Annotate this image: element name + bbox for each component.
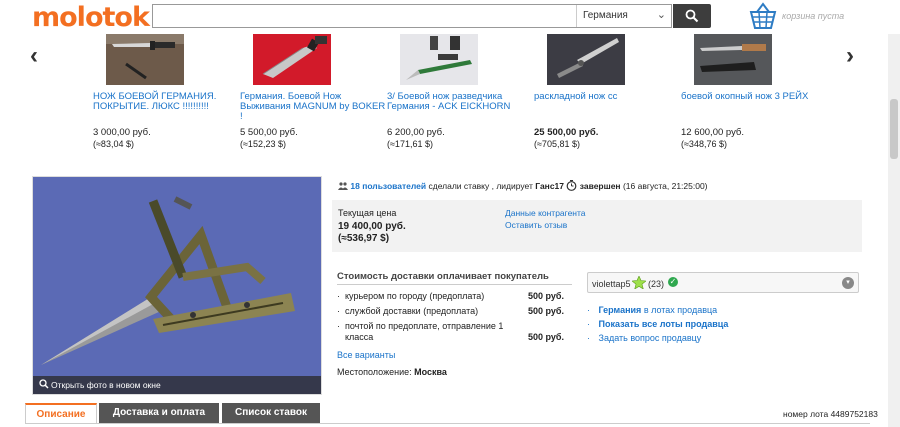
users-icon [338,182,348,190]
delivery-option: · курьером по городу (предоплата) 500 ру… [337,291,572,303]
location-value: Москва [414,367,447,377]
tab-bids-list[interactable]: Список ставок [222,403,320,423]
zoom-icon [39,379,49,389]
seller-name[interactable]: violettap5 [592,279,631,289]
tab-delivery-payment[interactable]: Доставка и оплата [99,403,219,423]
bids-text: сделали ставку , лидирует [428,181,533,191]
main-photo-image [33,177,321,394]
item-title[interactable]: Германия. Боевой Нож Выживания MAGNUM by… [240,92,390,122]
bullet-icon: · [587,305,590,315]
bids-summary: 18 пользователей сделали ставку , лидиру… [338,180,708,191]
scrollbar[interactable] [888,34,900,427]
item-price-converted: (≈152,23 $) [240,139,286,149]
seller-region-suffix[interactable]: в лотах продавца [644,305,717,315]
cart-status[interactable]: корзина пуста [782,11,844,21]
tab-description[interactable]: Описание [25,403,97,423]
auction-end-date: (16 августа, 21:25:00) [622,181,708,191]
search-bar: Германия ⌄ [152,4,672,28]
open-photo-bar[interactable]: Открыть фото в новом окне [33,376,321,394]
header: molotok Германия ⌄ корзина пуста [0,0,900,34]
clock-icon [566,180,577,191]
delivery-option-name: службой доставки (предоплата) [345,306,479,316]
chevron-down-icon[interactable]: ▾ [842,277,854,289]
show-all-seller-lots-link[interactable]: · Показать все лоты продавца [587,319,728,329]
lot-number: номер лота 4489752183 [783,409,878,419]
delivery-option-price: 500 руб. [528,291,564,301]
auction-status: завершен [579,181,621,191]
item-thumbnail[interactable] [547,34,625,85]
search-input[interactable] [153,5,573,27]
item-title[interactable]: боевой окопный нож 3 РЕЙХ [681,92,831,102]
item-price-converted: (≈83,04 $) [93,139,134,149]
delivery-option-name: курьером по городу (предоплата) [345,291,485,301]
item-price-converted: (≈348,76 $) [681,139,727,149]
item-thumbnail[interactable] [400,34,478,85]
scrollbar-thumb[interactable] [890,99,898,159]
divider [25,423,870,424]
chevron-down-icon: ⌄ [656,9,666,21]
carousel-next-arrow-icon[interactable]: › [846,42,854,70]
ask-seller-link[interactable]: · Задать вопрос продавцу [587,333,701,343]
delivery-title: Стоимость доставки оплачивает покупатель [337,271,549,282]
item-thumbnail[interactable] [253,34,331,85]
price-box: Текущая цена 19 400,00 руб. (≈536,97 $) … [332,200,862,252]
item-price-converted: (≈705,81 $) [534,139,580,149]
item-title[interactable]: НОЖ БОЕВОЙ ГЕРМАНИЯ. ПОКРЫТИЕ. ЛЮКС !!!!… [93,92,243,112]
region-select[interactable]: Германия ⌄ [576,5,672,27]
seller-region-lots-link[interactable]: · Германия в лотах продавца [587,305,717,315]
bullet-icon: · [337,321,340,331]
all-variants-link[interactable]: Все варианты [337,350,395,360]
carousel-prev-arrow-icon[interactable]: ‹ [30,42,38,70]
contractor-data-link[interactable]: Данные контрагента [505,208,586,218]
main-photo[interactable]: Открыть фото в новом окне [32,176,322,395]
item-thumbnail[interactable] [694,34,772,85]
item-thumbnail[interactable] [106,34,184,85]
item-price-converted: (≈171,61 $) [387,139,433,149]
seller-region[interactable]: Германия [599,305,642,315]
search-button[interactable] [673,4,711,28]
open-photo-link[interactable]: Открыть фото в новом окне [51,380,161,390]
item-price: 12 600,00 руб. [681,127,745,138]
leader-name[interactable]: Ганс17 [535,181,564,191]
bullet-icon: · [587,319,590,329]
delivery-option-price: 500 руб. [528,332,564,342]
region-select-value: Германия [583,10,628,21]
ask-seller-label[interactable]: Задать вопрос продавцу [599,333,702,343]
item-title[interactable]: 3/ Боевой нож разведчика Германия - ACK … [387,92,537,112]
item-price: 3 000,00 руб. [93,127,151,138]
delivery-option-price: 500 руб. [528,306,564,316]
logo[interactable]: molotok [32,2,150,33]
bullet-icon: · [587,333,590,343]
verified-check-icon: ✓ [668,277,678,287]
search-icon [685,9,699,23]
seller-rating-count[interactable]: (23) [648,279,664,289]
current-price: 19 400,00 руб. [338,221,406,232]
item-price: 5 500,00 руб. [240,127,298,138]
delivery-option: · службой доставки (предоплата) 500 руб. [337,306,572,318]
item-price: 6 200,00 руб. [387,127,445,138]
delivery-option: · почтой по предоплате, отправление 1 кл… [337,321,572,345]
delivery-option-name: почтой по предоплате, отправление 1 клас… [345,321,504,342]
bullet-icon: · [337,291,340,301]
divider [337,284,572,285]
seller-box[interactable]: violettap5 (23) ✓ ▾ [587,272,859,293]
leave-review-link[interactable]: Оставить отзыв [505,220,567,230]
current-price-converted: (≈536,97 $) [338,233,390,244]
item-price: 25 500,00 руб. [534,127,599,138]
show-all-seller-lots-label[interactable]: Показать все лоты продавца [599,319,729,329]
star-icon [632,276,646,289]
item-title[interactable]: раскладной нож сс [534,92,684,102]
bidders-link[interactable]: 18 пользователей [350,181,426,191]
bullet-icon: · [337,306,340,316]
location: Местоположение: Москва [337,367,447,377]
current-price-label: Текущая цена [338,208,397,218]
basket-icon[interactable] [748,2,778,30]
location-label: Местоположение: [337,367,412,377]
